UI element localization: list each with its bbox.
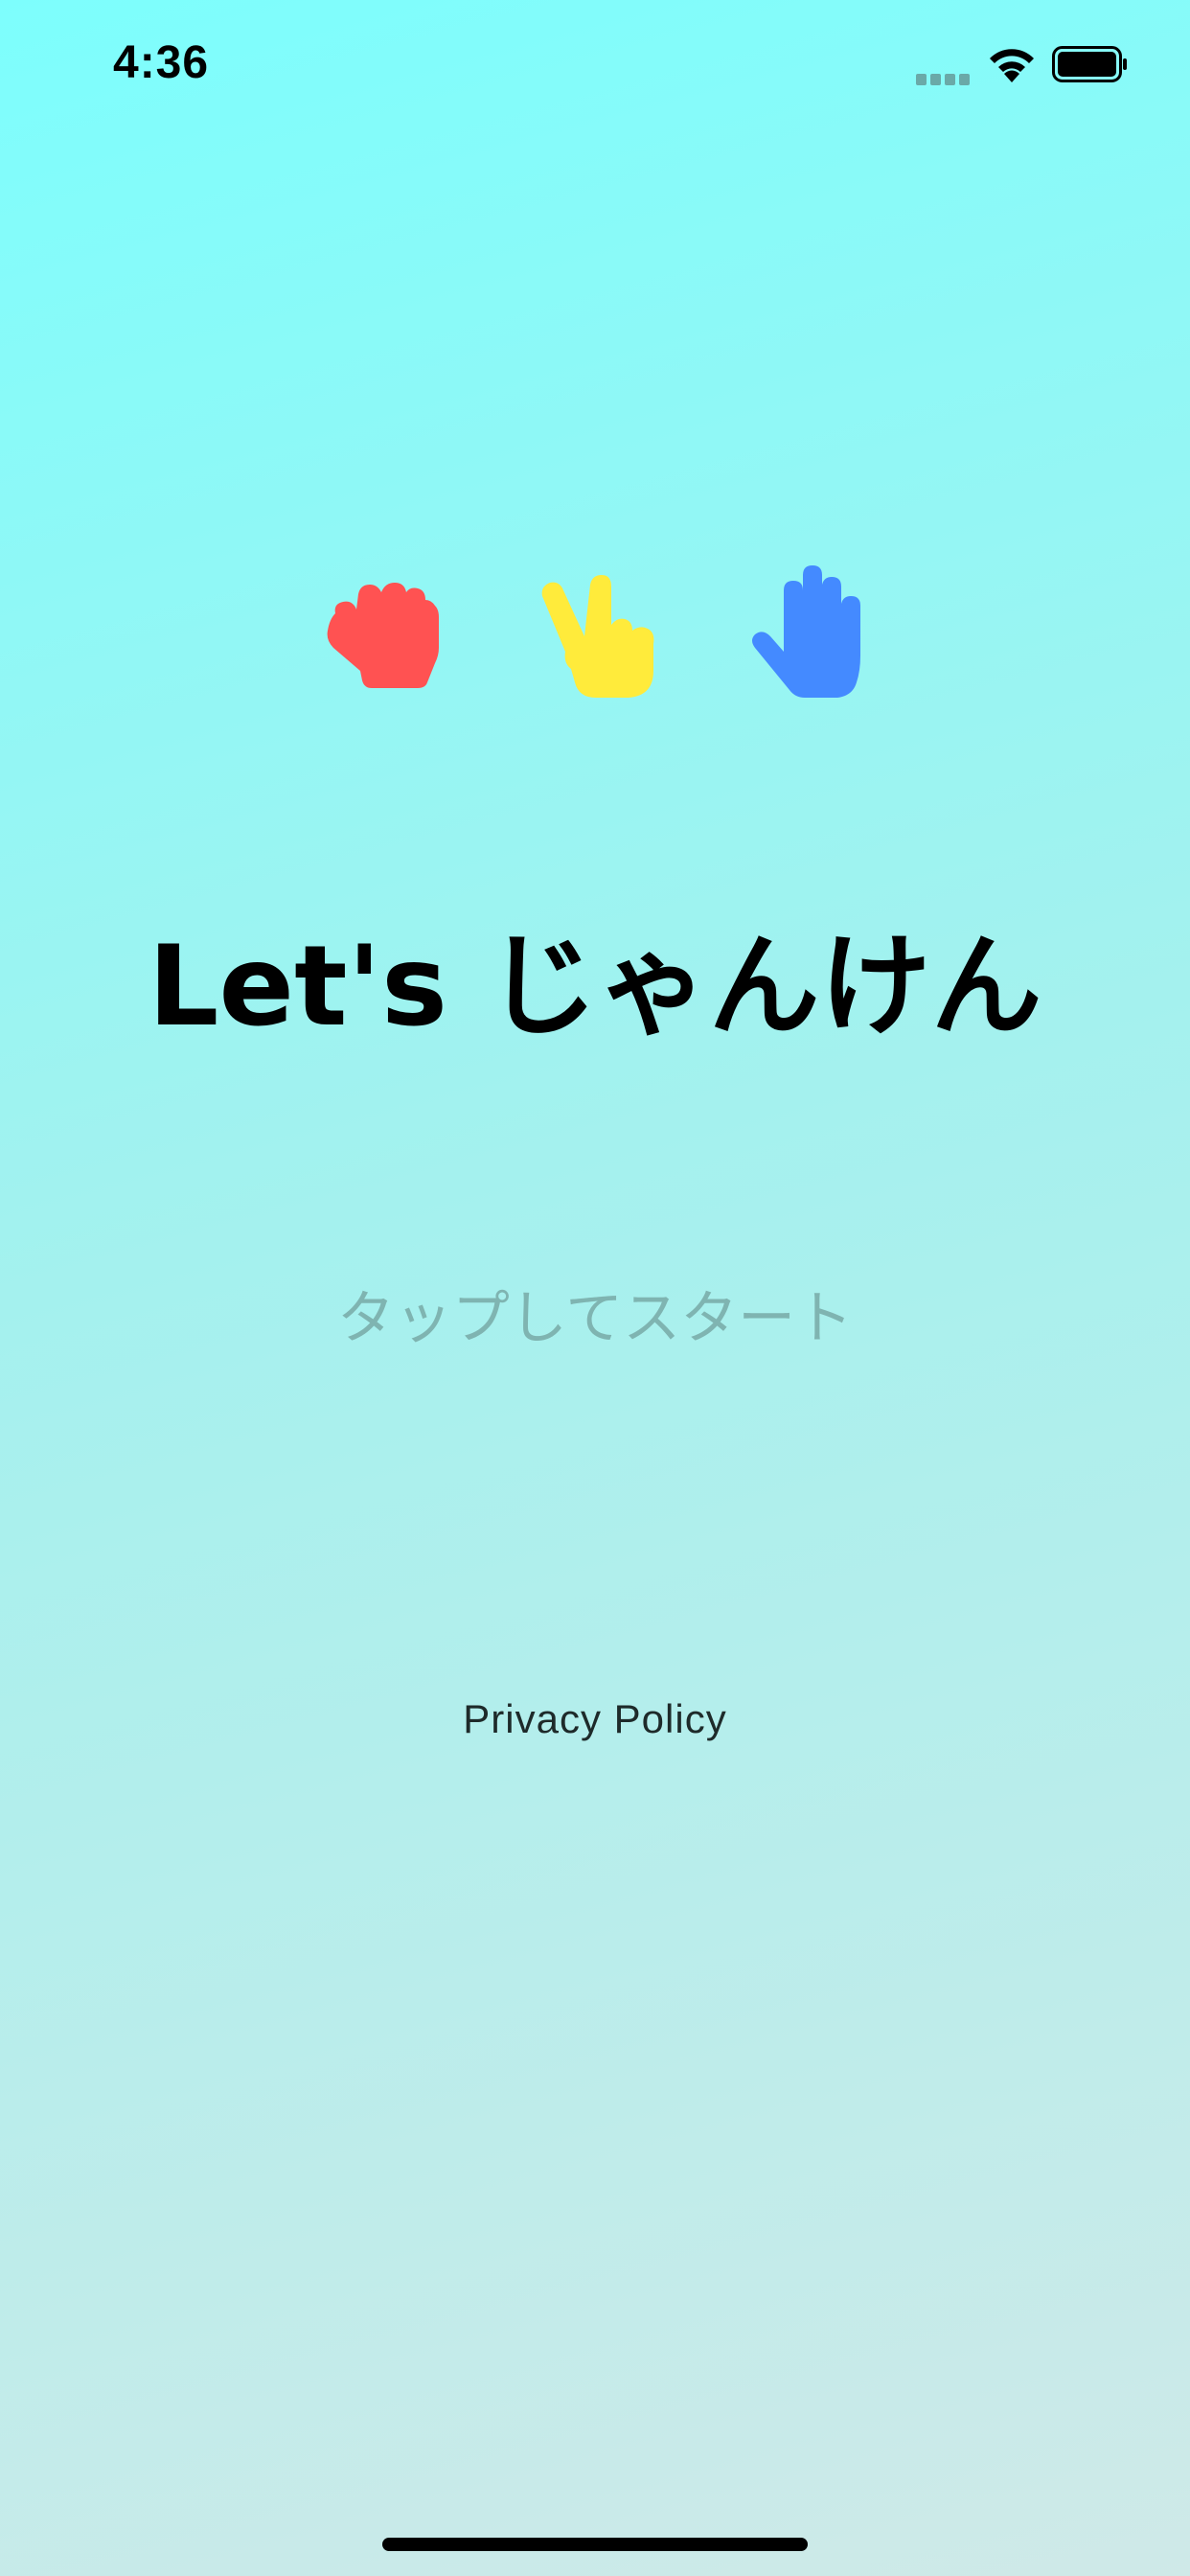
start-screen[interactable]: 4:36 Let's じゃんけん タップしてスタート Privacy Polic… [0,0,1190,2576]
home-indicator[interactable] [382,2538,808,2551]
status-time: 4:36 [113,37,210,88]
privacy-policy-link[interactable]: Privacy Policy [0,1692,1190,1746]
tap-to-start-label[interactable]: タップしてスタート [0,1280,1190,1357]
status-bar: 4:36 [0,0,1190,126]
battery-icon [1052,46,1129,82]
rock-hand-icon [305,556,458,709]
app-title: Let's じゃんけん [148,922,1042,1051]
hands-row [0,556,1190,709]
scissors-hand-icon [529,556,682,709]
paper-hand-icon [744,556,897,709]
cellular-signal-icon [916,71,972,85]
wifi-icon [987,46,1037,82]
